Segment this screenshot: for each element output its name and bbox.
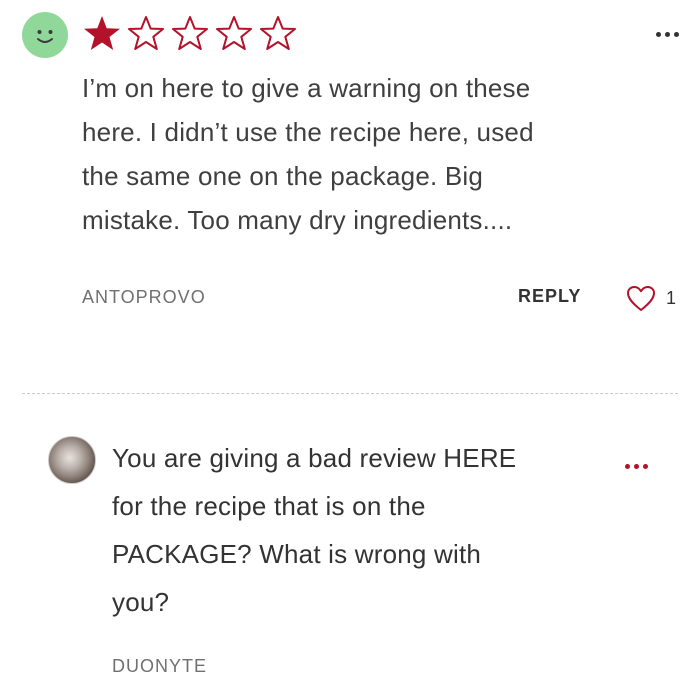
like-button[interactable]: 1 xyxy=(626,285,676,312)
reply-text-line: PACKAGE? What is wrong with xyxy=(112,539,482,569)
outline-star-icon xyxy=(170,14,210,52)
reply-author[interactable]: DUONYTE xyxy=(112,656,207,677)
reply-text-line: you? xyxy=(112,587,170,617)
reply-body: You are giving a bad review HERE for the… xyxy=(112,434,612,626)
user-avatar-photo xyxy=(48,436,96,484)
review-more-options-icon[interactable] xyxy=(647,22,687,46)
reply-button[interactable]: REPLY xyxy=(518,286,581,307)
like-count: 1 xyxy=(666,288,677,308)
outline-star-icon xyxy=(214,14,254,52)
heart-outline-icon xyxy=(627,286,655,311)
divider xyxy=(22,393,678,394)
reply-more-options-icon[interactable] xyxy=(616,454,656,478)
reply-text-line: You are giving a bad review HERE xyxy=(112,443,517,473)
filled-star-icon xyxy=(82,14,122,52)
reply-text-line: for the recipe that is on the xyxy=(112,491,426,521)
review-text-line: mistake. Too many dry ingredients.... xyxy=(82,205,513,235)
outline-star-icon xyxy=(258,14,298,52)
smile-face-icon xyxy=(22,12,68,58)
review-author[interactable]: ANTOPROVO xyxy=(82,287,206,308)
review-text-line: the same one on the package. Big xyxy=(82,161,484,191)
star-rating xyxy=(82,14,298,52)
review-text-line: here. I didn’t use the recipe here, used xyxy=(82,117,534,147)
review-body: I’m on here to give a warning on these h… xyxy=(82,66,662,242)
outline-star-icon xyxy=(126,14,166,52)
review-text-line: I’m on here to give a warning on these xyxy=(82,73,531,103)
